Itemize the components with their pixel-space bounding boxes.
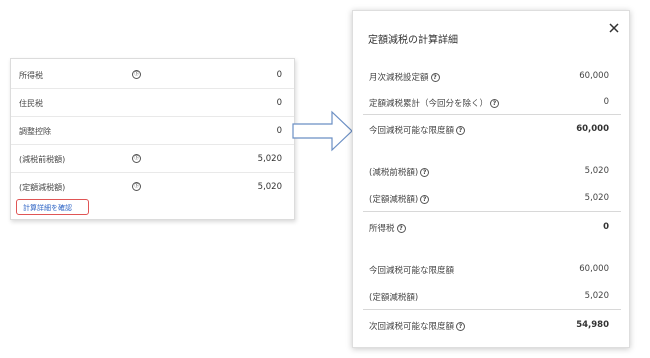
help-icon[interactable]: ? xyxy=(430,73,440,82)
row-value: 5,020 xyxy=(584,291,609,301)
row-value: 0 xyxy=(276,70,282,80)
row-label: 今回減税可能な限度額 xyxy=(369,266,455,276)
help-icon[interactable]: ? xyxy=(420,168,430,177)
row-next-limit: 次回減税可能な限度額? 54,980 xyxy=(353,315,629,335)
row-label: 今回減税可能な限度額? xyxy=(369,124,466,136)
right-arrow-icon xyxy=(292,110,353,152)
row-value: 5,020 xyxy=(257,182,282,192)
help-icon[interactable]: ? xyxy=(456,126,466,135)
circled-ge-icon: ㊦ xyxy=(132,154,141,163)
divider xyxy=(363,114,621,115)
row-pre-reduction-tax: (減税前税額)? 5,020 xyxy=(353,161,629,181)
row-label: 次回減税可能な限度額? xyxy=(369,320,466,332)
row-value: 0 xyxy=(276,98,282,108)
row-label: (定額減税額)? xyxy=(369,193,430,205)
row-monthly-reduction-setting: 月次減税設定額? 60,000 xyxy=(353,66,629,86)
row-label: 住民税 xyxy=(19,99,43,108)
divider xyxy=(363,211,621,212)
row-value: 60,000 xyxy=(576,124,609,134)
row-current-limit-2: 今回減税可能な限度額 60,000 xyxy=(353,259,629,279)
link-label: 計算詳細を確認 xyxy=(23,204,72,212)
row-value: 0 xyxy=(603,222,609,232)
row-current-limit: 今回減税可能な限度額? 60,000 xyxy=(353,119,629,139)
row-adjustment-deduction: 調整控除 0 xyxy=(11,117,294,145)
circled-ge-icon: ㊦ xyxy=(132,70,141,79)
row-label: (減税前税額)? xyxy=(369,166,430,178)
row-label: (減税前税額) xyxy=(19,155,66,164)
row-label: 調整控除 xyxy=(19,127,51,136)
help-icon[interactable]: ? xyxy=(396,224,406,233)
row-value: 60,000 xyxy=(579,264,609,274)
row-fixed-reduction-2: (定額減税額) 5,020 xyxy=(353,286,629,306)
row-value: 5,020 xyxy=(584,193,609,203)
row-value: 54,980 xyxy=(576,320,609,330)
modal-title: 定額減税の計算詳細 xyxy=(368,35,458,46)
row-income-tax: 所得税? 0 xyxy=(353,217,629,237)
tax-summary-card: 所得税 ㊦ 0 住民税 0 調整控除 0 (減税前税額) ㊦ 5,020 (定額… xyxy=(10,58,295,220)
row-label: 定額減税累計（今回分を除く）? xyxy=(369,97,500,109)
row-value: 0 xyxy=(276,126,282,136)
row-label: (定額減税額) xyxy=(369,293,419,303)
calculation-details-link[interactable]: 計算詳細を確認 xyxy=(16,199,89,215)
row-label: 所得税? xyxy=(369,222,406,234)
row-resident-tax: 住民税 0 xyxy=(11,89,294,117)
row-value: 5,020 xyxy=(257,154,282,164)
help-icon[interactable]: ? xyxy=(420,195,430,204)
row-value: 5,020 xyxy=(584,166,609,176)
divider xyxy=(363,309,621,310)
calculation-details-modal: 定額減税の計算詳細 月次減税設定額? 60,000 定額減税累計（今回分を除く）… xyxy=(352,10,630,348)
row-fixed-reduction: (定額減税額) ㊦ 5,020 xyxy=(11,173,294,201)
row-income-tax: 所得税 ㊦ 0 xyxy=(11,61,294,89)
row-label: 所得税 xyxy=(19,71,43,80)
row-pre-reduction-tax: (減税前税額) ㊦ 5,020 xyxy=(11,145,294,173)
circled-ge-icon: ㊦ xyxy=(132,182,141,191)
help-icon[interactable]: ? xyxy=(456,322,466,331)
row-label: (定額減税額) xyxy=(19,183,66,192)
row-value: 60,000 xyxy=(579,71,609,81)
row-label: 月次減税設定額? xyxy=(369,71,440,83)
row-cumulative-reduction: 定額減税累計（今回分を除く）? 0 xyxy=(353,92,629,112)
row-value: 0 xyxy=(603,97,609,107)
help-icon[interactable]: ? xyxy=(490,99,500,108)
close-icon[interactable] xyxy=(608,22,620,34)
row-fixed-reduction: (定額減税額)? 5,020 xyxy=(353,188,629,208)
